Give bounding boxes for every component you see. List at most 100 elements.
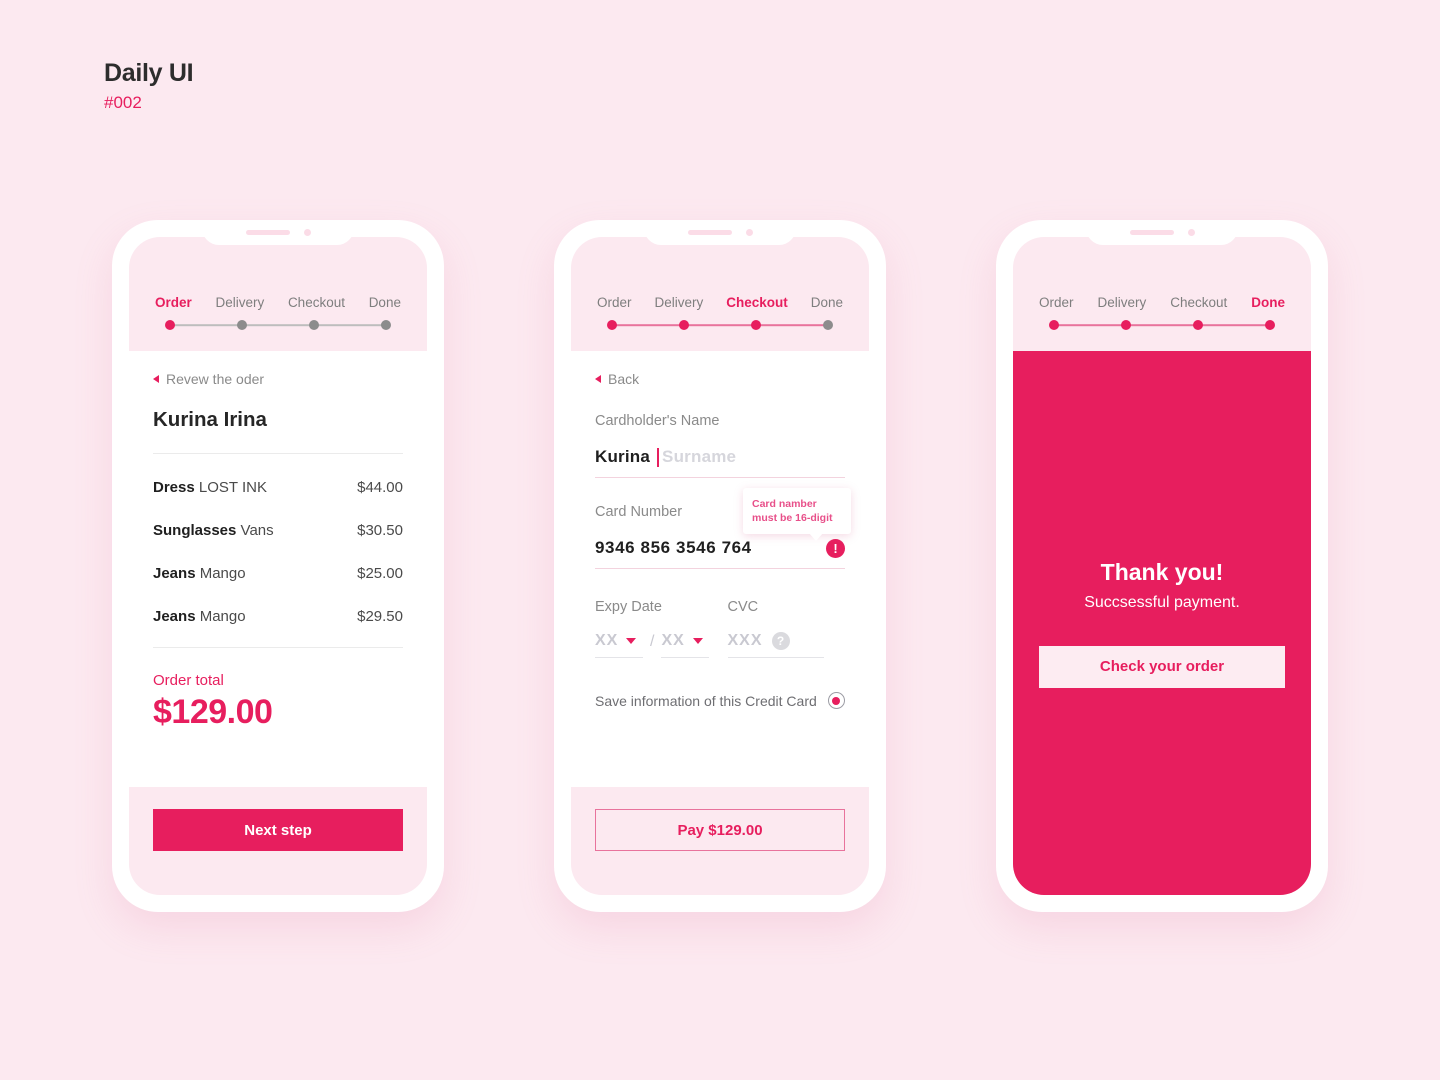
step-dot-delivery[interactable]: [679, 320, 689, 330]
order-total-value: $129.00: [153, 693, 273, 731]
cardholder-name-label: Cardholder's Name: [595, 413, 720, 429]
phone-notch: [644, 220, 796, 245]
thank-you-subtitle: Succsessful payment.: [1084, 593, 1240, 611]
page-title: Daily UI: [104, 59, 194, 87]
stepper-order: Order Delivery Checkout Done: [129, 237, 427, 351]
list-item: Jeans Mango $25.00: [153, 552, 403, 595]
expiry-month-value: XX: [595, 632, 619, 649]
back-link[interactable]: Back: [595, 371, 845, 387]
tooltip-line-1: Card namber: [752, 498, 817, 510]
help-question-icon[interactable]: ?: [771, 632, 790, 650]
phone-mockup-checkout: Order Delivery Checkout Done Back Cardho…: [554, 220, 886, 912]
save-card-row[interactable]: Save information of this Credit Card: [595, 692, 845, 709]
expiry-selects: XX / XX: [595, 632, 728, 658]
cvc-label: CVC: [727, 599, 759, 615]
list-item: Jeans Mango $29.50: [153, 595, 403, 638]
expiry-date-field: Expy Date XX / XX: [595, 599, 728, 658]
expiry-year-select[interactable]: XX: [661, 632, 710, 658]
cvc-input[interactable]: XXX ?: [727, 632, 824, 658]
card-number-input[interactable]: 9346 856 3546 764 !: [595, 538, 845, 569]
step-dot-done[interactable]: [381, 320, 391, 330]
stepper-track: [1049, 319, 1275, 331]
step-dot-checkout[interactable]: [751, 320, 761, 330]
step-label-checkout[interactable]: Checkout: [1170, 295, 1227, 310]
triangle-left-icon: [595, 375, 601, 383]
save-card-toggle[interactable]: [827, 692, 845, 709]
list-item: Dress LOST INK $44.00: [153, 466, 403, 509]
step-dot-done[interactable]: [823, 320, 833, 330]
stepper-labels: Order Delivery Checkout Done: [151, 295, 405, 310]
thank-you-title: Thank you!: [1100, 558, 1224, 585]
expiry-month-select[interactable]: XX: [595, 632, 643, 658]
save-card-label: Save information of this Credit Card: [595, 692, 817, 709]
card-number-error-tooltip: Card namber must be 16-digit: [743, 488, 851, 541]
item-name: Jeans: [153, 608, 196, 625]
speaker-grille-icon: [1129, 230, 1174, 235]
step-label-done[interactable]: Done: [811, 295, 843, 310]
item-name: Dress: [153, 479, 195, 496]
item-brand: Vans: [240, 522, 274, 539]
item-price: $44.00: [357, 479, 403, 496]
step-dot-order[interactable]: [1049, 320, 1059, 330]
step-label-order[interactable]: Order: [597, 295, 632, 310]
step-dot-checkout[interactable]: [1193, 320, 1203, 330]
step-label-order[interactable]: Order: [1039, 295, 1074, 310]
checkout-body: Back Cardholder's Name Kurina Surname Ca…: [571, 351, 869, 787]
chevron-down-icon: [626, 638, 637, 644]
expiry-date-label: Expy Date: [595, 599, 662, 615]
speaker-grille-icon: [245, 230, 290, 235]
review-order-back-label: Revew the oder: [166, 371, 265, 387]
step-label-delivery[interactable]: Delivery: [654, 295, 703, 310]
step-label-done[interactable]: Done: [369, 295, 401, 310]
item-price: $25.00: [357, 565, 403, 582]
step-label-delivery[interactable]: Delivery: [215, 295, 264, 310]
screen-done: Order Delivery Checkout Done Thank you! …: [1013, 237, 1311, 895]
page-header: Daily UI #002: [104, 58, 194, 114]
screen-checkout: Order Delivery Checkout Done Back Cardho…: [571, 237, 869, 895]
stepper-line: [612, 324, 828, 326]
cardholder-name-value: Kurina: [595, 447, 651, 466]
item-price: $29.50: [357, 608, 403, 625]
order-body: Revew the oder Kurina Irina Dress LOST I…: [129, 351, 427, 787]
front-camera-icon: [1187, 229, 1195, 236]
phone-mockups-row: Order Delivery Checkout Done Revew the o…: [0, 220, 1440, 912]
step-label-checkout[interactable]: Checkout: [726, 295, 788, 310]
triangle-left-icon: [153, 375, 159, 383]
step-label-order[interactable]: Order: [155, 295, 192, 310]
phone-mockup-order: Order Delivery Checkout Done Revew the o…: [112, 220, 444, 912]
step-label-checkout[interactable]: Checkout: [288, 295, 345, 310]
pay-button[interactable]: Pay $129.00: [595, 809, 845, 851]
item-price: $30.50: [357, 522, 403, 539]
check-your-order-button[interactable]: Check your order: [1039, 645, 1285, 688]
card-number-value: 9346 856 3546 764: [595, 538, 752, 557]
step-dot-delivery[interactable]: [1121, 320, 1131, 330]
step-label-delivery[interactable]: Delivery: [1097, 295, 1146, 310]
phone-mockup-done: Order Delivery Checkout Done Thank you! …: [996, 220, 1328, 912]
cvc-field: CVC XXX ?: [727, 599, 846, 658]
order-footer: Next step: [129, 787, 427, 895]
review-order-back-link[interactable]: Revew the oder: [153, 371, 403, 387]
text-caret: [657, 447, 660, 467]
chevron-down-icon: [692, 638, 703, 644]
stepper-track: [165, 319, 391, 331]
expiry-separator: /: [650, 633, 655, 650]
stepper-done: Order Delivery Checkout Done: [1013, 237, 1311, 351]
order-items-list: Dress LOST INK $44.00 Sunglasses Vans $3…: [153, 466, 403, 648]
cardholder-name-input[interactable]: Kurina Surname: [595, 447, 845, 478]
next-step-button[interactable]: Next step: [153, 809, 403, 851]
step-dot-delivery[interactable]: [237, 320, 247, 330]
step-dot-order[interactable]: [165, 320, 175, 330]
step-label-done[interactable]: Done: [1251, 295, 1285, 310]
phone-notch: [202, 220, 354, 245]
stepper-labels: Order Delivery Checkout Done: [1035, 295, 1289, 310]
step-dot-done[interactable]: [1265, 320, 1275, 330]
step-dot-order[interactable]: [607, 320, 617, 330]
phone-notch: [1086, 220, 1238, 245]
step-dot-checkout[interactable]: [309, 320, 319, 330]
customer-name: Kurina Irina: [153, 408, 403, 454]
cardholder-name-field: Cardholder's Name Kurina Surname: [595, 413, 845, 478]
list-item: Sunglasses Vans $30.50: [153, 509, 403, 552]
expiry-year-value: XX: [661, 632, 685, 649]
item-brand: Mango: [199, 565, 246, 582]
success-panel: Thank you! Succsessful payment. Check yo…: [1013, 351, 1311, 895]
